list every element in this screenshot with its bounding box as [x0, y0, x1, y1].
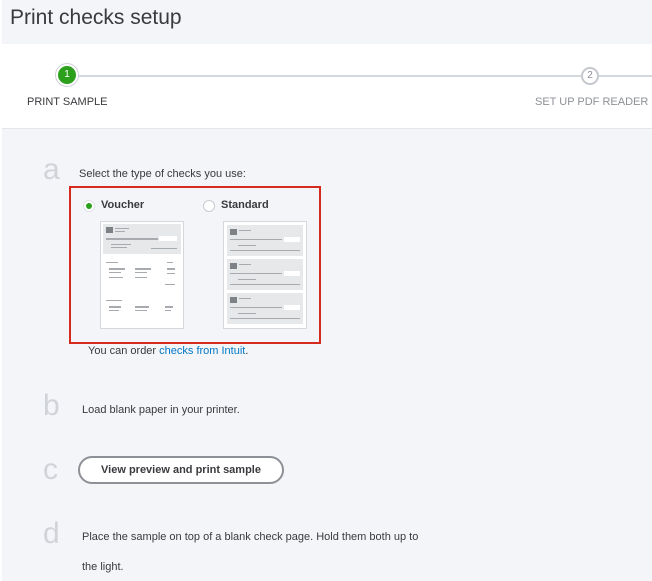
check-logo-icon [230, 263, 237, 269]
check-type-prompt: Select the type of checks you use: [79, 168, 246, 180]
load-paper-instruction: Load blank paper in your printer. [82, 404, 240, 416]
step-2-label: SET UP PDF READER [535, 96, 649, 108]
order-checks-prefix: You can order [88, 345, 160, 357]
sample-instruction-line-1: Place the sample on top of a blank check… [82, 531, 419, 543]
step-letter-a: a [43, 153, 60, 186]
title-bar: Print checks setup [2, 0, 652, 44]
step-1-indicator[interactable]: 1 [58, 66, 76, 84]
order-checks-text: You can order checks from Intuit. [88, 345, 248, 357]
setup-content: a Select the type of checks you use: Vou… [2, 129, 652, 581]
check-logo-icon [230, 297, 237, 303]
check-logo-icon [230, 229, 237, 235]
check-logo-icon [106, 227, 113, 233]
step-2-indicator[interactable]: 2 [581, 67, 599, 85]
step-letter-d: d [43, 517, 60, 550]
voucher-radio[interactable] [83, 200, 95, 212]
voucher-label[interactable]: Voucher [101, 199, 144, 211]
order-checks-suffix: . [245, 345, 249, 357]
step-letter-b: b [43, 389, 60, 422]
step-letter-c: c [43, 453, 58, 486]
view-preview-print-sample-button[interactable]: View preview and print sample [78, 456, 284, 484]
step-1-label: PRINT SAMPLE [27, 96, 108, 108]
standard-radio[interactable] [203, 200, 215, 212]
progress-stepper: 1 2 PRINT SAMPLE SET UP PDF READER [2, 44, 652, 129]
stepper-line [68, 75, 652, 77]
standard-check-thumbnail[interactable] [223, 221, 307, 329]
checks-from-intuit-link[interactable]: checks from Intuit [159, 345, 245, 357]
check-type-selector: Voucher Standard [69, 186, 321, 344]
page-title: Print checks setup [10, 6, 182, 29]
voucher-check-thumbnail[interactable] [100, 221, 184, 329]
sample-instruction-line-2: the light. [82, 561, 124, 573]
standard-label[interactable]: Standard [221, 199, 269, 211]
